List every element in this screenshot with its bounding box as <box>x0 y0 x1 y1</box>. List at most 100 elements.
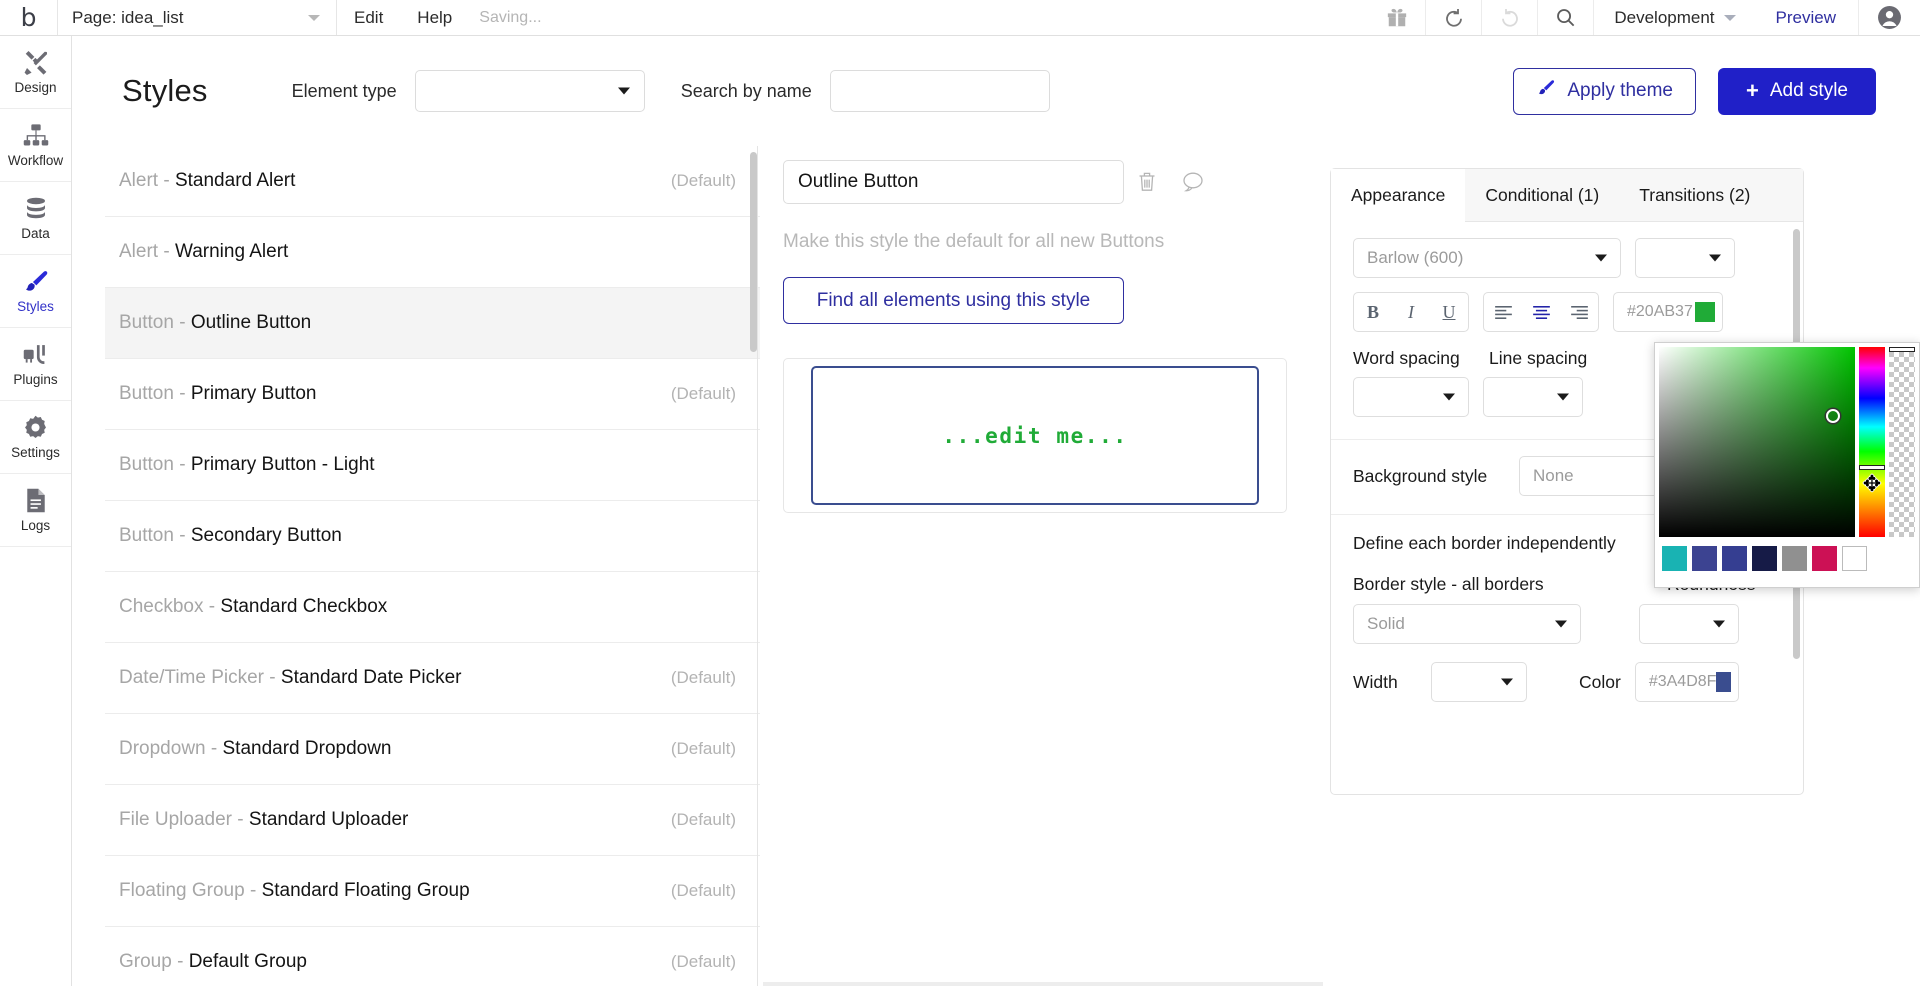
settings-icon <box>22 414 49 441</box>
swatch-crimson[interactable] <box>1812 546 1837 571</box>
add-style-button[interactable]: + Add style <box>1717 67 1876 115</box>
swatch-white[interactable] <box>1842 546 1867 571</box>
undo-button[interactable] <box>1425 0 1481 35</box>
table-row[interactable]: Button - Primary Button (Default) <box>105 359 760 430</box>
table-row[interactable]: Button - Outline Button <box>105 288 760 359</box>
redo-button[interactable] <box>1481 0 1537 35</box>
table-row[interactable]: Button - Secondary Button <box>105 501 760 572</box>
search-by-name-label: Search by name <box>680 80 812 101</box>
sidebar-item-label: Styles <box>17 299 54 314</box>
menu-help[interactable]: Help <box>400 0 469 35</box>
sidebar-item-data[interactable]: Data <box>0 182 71 255</box>
border-color-swatch[interactable] <box>1716 672 1731 692</box>
comment-icon <box>1183 172 1203 192</box>
sidebar-item-logs[interactable]: Logs <box>0 474 71 547</box>
sidebar-item-styles[interactable]: Styles <box>0 255 71 328</box>
roundness-select[interactable]: 5 <box>1639 604 1739 644</box>
swatch-indigo[interactable] <box>1692 546 1717 571</box>
sidebar-item-workflow[interactable]: Workflow <box>0 109 71 182</box>
bubble-logo[interactable]: b <box>0 0 58 35</box>
style-name: Standard Checkbox <box>220 596 388 617</box>
preview-button-sample[interactable]: ...edit me... <box>811 366 1259 505</box>
table-row[interactable]: Button - Primary Button - Light <box>105 430 760 501</box>
font-color-swatch[interactable] <box>1695 302 1715 322</box>
database-icon-svg <box>26 197 45 218</box>
tab-conditional[interactable]: Conditional (1) <box>1465 169 1619 221</box>
border-color-field[interactable]: #3A4D8F <box>1634 662 1739 702</box>
color-picker-popup[interactable]: ✥ <box>1654 342 1920 588</box>
apply-theme-button[interactable]: Apply theme <box>1513 67 1696 115</box>
table-row[interactable]: Group - Default Group (Default) <box>105 927 760 986</box>
table-row[interactable]: Alert - Standard Alert (Default) <box>105 146 760 217</box>
text-align-group <box>1483 292 1599 332</box>
align-center-button[interactable] <box>1522 293 1560 331</box>
align-left-button[interactable] <box>1484 293 1522 331</box>
default-badge: (Default) <box>670 810 736 829</box>
font-color-field[interactable]: #20AB37 <box>1613 292 1723 332</box>
alpha-slider-handle[interactable] <box>1889 347 1915 352</box>
font-family-select[interactable]: Barlow (600) <box>1353 238 1621 278</box>
style-name-input[interactable] <box>783 160 1124 204</box>
tab-transitions[interactable]: Transitions (2) <box>1619 169 1770 221</box>
text-style-group: B I U <box>1353 292 1469 332</box>
sidebar-item-label: Workflow <box>7 153 64 168</box>
underline-button[interactable]: U <box>1430 293 1468 331</box>
search-input[interactable] <box>829 70 1050 112</box>
plugins-icon <box>22 341 50 368</box>
preview-button[interactable]: Preview <box>1754 0 1858 35</box>
saturation-value-area[interactable] <box>1659 347 1855 537</box>
align-right-button[interactable] <box>1560 293 1598 331</box>
hue-slider[interactable]: ✥ <box>1859 347 1885 537</box>
font-size-select[interactable]: 16 <box>1635 238 1735 278</box>
table-row[interactable]: Dropdown - Standard Dropdown (Default) <box>105 714 760 785</box>
align-left-icon <box>1494 305 1512 319</box>
swatch-teal[interactable] <box>1662 546 1687 571</box>
undo-icon <box>1445 8 1462 27</box>
menu-edit[interactable]: Edit <box>337 0 400 35</box>
style-type: Dropdown <box>119 738 206 759</box>
sidebar-item-plugins[interactable]: Plugins <box>0 328 71 401</box>
document-icon-svg <box>26 488 45 513</box>
word-spacing-select[interactable]: 0 <box>1353 377 1469 417</box>
comment-button[interactable] <box>1170 171 1216 193</box>
style-type: Checkbox <box>119 596 204 617</box>
search-icon <box>1557 9 1575 27</box>
table-row[interactable]: File Uploader - Standard Uploader (Defau… <box>105 785 760 856</box>
table-row[interactable]: Checkbox - Standard Checkbox <box>105 572 760 643</box>
font-row: Barlow (600) 16 <box>1353 238 1781 278</box>
table-row[interactable]: Alert - Warning Alert <box>105 217 760 288</box>
tab-appearance[interactable]: Appearance <box>1331 169 1466 222</box>
environment-label: Development <box>1614 7 1715 27</box>
swatch-gray[interactable] <box>1782 546 1807 571</box>
style-type: Group <box>119 951 172 972</box>
environment-selector[interactable]: Development <box>1593 0 1753 35</box>
paintbrush-icon <box>1536 78 1556 104</box>
color-picker-cursor[interactable] <box>1826 409 1840 423</box>
find-elements-button[interactable]: Find all elements using this style <box>783 277 1124 324</box>
sidebar-item-settings[interactable]: Settings <box>0 401 71 474</box>
swatch-navy[interactable] <box>1752 546 1777 571</box>
swatch-blue[interactable] <box>1722 546 1747 571</box>
apply-theme-label: Apply theme <box>1567 80 1673 101</box>
table-row[interactable]: Date/Time Picker - Standard Date Picker … <box>105 643 760 714</box>
sidebar-item-design[interactable]: Design <box>0 36 71 109</box>
border-style-select[interactable]: Solid <box>1353 604 1581 644</box>
sidebar-item-label: Plugins <box>13 372 58 387</box>
color-swatches <box>1659 537 1915 571</box>
search-button[interactable] <box>1537 0 1593 35</box>
element-type-select[interactable] <box>414 70 645 112</box>
line-spacing-select[interactable]: 1 <box>1483 377 1583 417</box>
alpha-slider[interactable] <box>1889 347 1915 537</box>
page-selector[interactable]: Page: idea_list <box>58 0 337 35</box>
styles-list-scrollbar[interactable] <box>750 152 757 352</box>
italic-button[interactable]: I <box>1392 293 1430 331</box>
hue-slider-handle[interactable] <box>1859 465 1885 470</box>
table-row[interactable]: Floating Group - Standard Floating Group… <box>105 856 760 927</box>
border-width-select[interactable]: 2 <box>1431 662 1527 702</box>
avatar[interactable] <box>1858 0 1920 35</box>
delete-style-button[interactable] <box>1124 171 1170 193</box>
style-type: Alert <box>119 241 159 262</box>
gift-icon[interactable] <box>1369 0 1425 35</box>
bold-button[interactable]: B <box>1354 293 1392 331</box>
